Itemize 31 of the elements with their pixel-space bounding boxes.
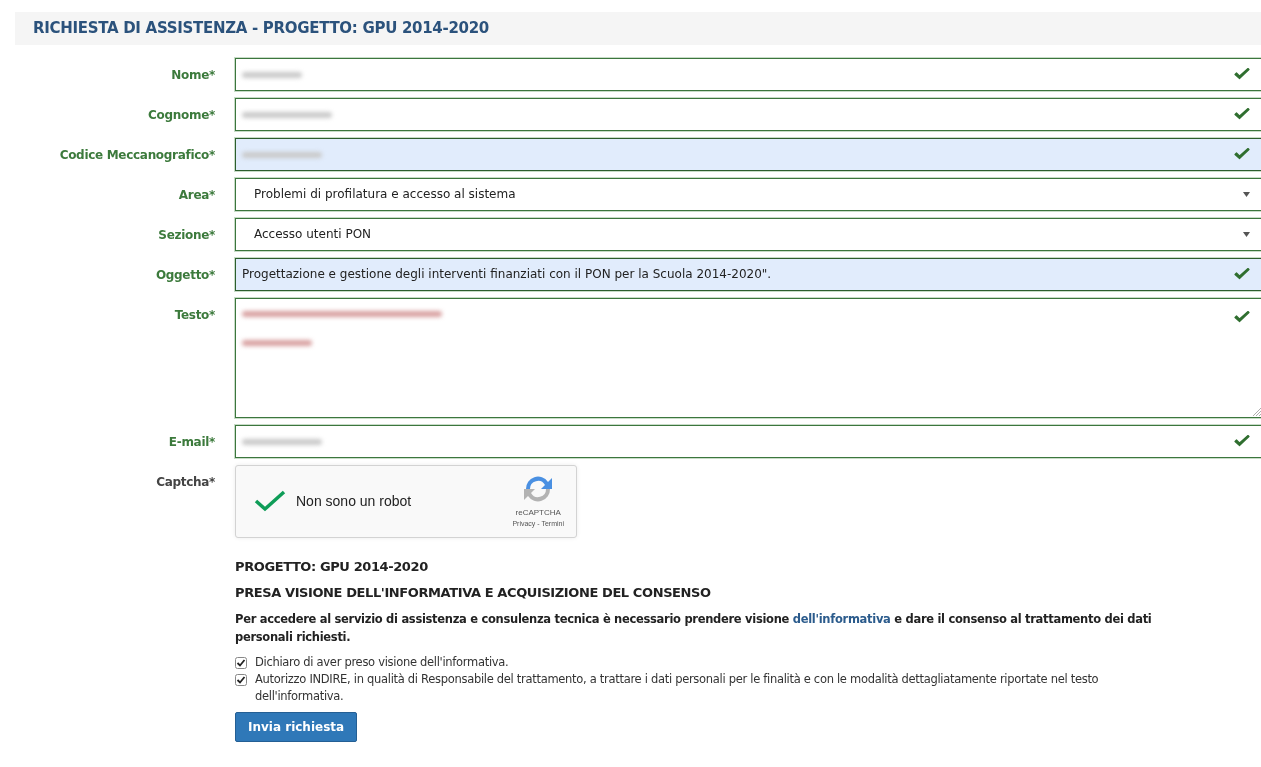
input-field[interactable] bbox=[235, 97, 1261, 131]
submit-button[interactable]: Invia richiesta bbox=[235, 711, 358, 742]
page-title: RICHIESTA DI ASSISTENZA - PROGETTO: GPU 2014-2020 bbox=[15, 12, 1261, 45]
field-label: E-mail* bbox=[167, 433, 216, 451]
field-label: Area* bbox=[177, 186, 216, 204]
section-heading: PRESA VISIONE DELL'INFORMATIVA E ACQUISIZIONE DEL CONSENSO bbox=[235, 584, 712, 602]
captcha-brand: reCAPTCHA bbox=[515, 506, 561, 519]
field-label: Captcha* bbox=[155, 473, 216, 491]
checkbox[interactable] bbox=[235, 656, 247, 669]
checkbox-label: Autorizzo INDIRE, in qualità di Responsabile del trattamento, a trattare i dati personali per le finalità e con le modalità dettagliatamente riportate nel testo dell'informativa. bbox=[255, 670, 1100, 705]
dropdown[interactable]: Accesso utenti PON bbox=[235, 217, 1261, 251]
field-label: Sezione* bbox=[157, 226, 216, 244]
resize-grip-icon bbox=[1252, 406, 1261, 416]
informativa-link[interactable]: dell'informativa bbox=[792, 611, 891, 626]
checkbox-label: Dichiaro di aver preso visione dell'informativa. bbox=[255, 653, 509, 671]
captcha-label: Non sono un robot bbox=[296, 491, 413, 511]
field-label: Codice Meccanografico* bbox=[58, 146, 216, 164]
field-label: Cognome* bbox=[147, 106, 216, 124]
input-field[interactable] bbox=[235, 137, 1261, 171]
field-label: Nome* bbox=[170, 66, 216, 84]
input-field[interactable] bbox=[235, 57, 1261, 91]
checkbox[interactable] bbox=[235, 673, 247, 686]
input-field[interactable] bbox=[235, 424, 1261, 458]
intro-paragraph: Per accedere al servizio di assistenza e consulenza tecnica è necessario prendere visione dell'informativa e dare il consenso al trattamento dei dati personali richiesti. bbox=[235, 610, 1153, 646]
dropdown[interactable]: Problemi di profilatura e accesso al sistema bbox=[235, 177, 1261, 211]
caret-icon bbox=[1243, 231, 1250, 237]
field-label: Testo* bbox=[173, 306, 216, 324]
field-label: Oggetto* bbox=[154, 266, 216, 284]
section-heading: PROGETTO: GPU 2014-2020 bbox=[235, 557, 429, 576]
input-field[interactable]: Progettazione e gestione degli interventi finanziati con il PON per la Scuola 2014-2020". bbox=[235, 257, 1261, 291]
caret-icon bbox=[1243, 191, 1250, 197]
